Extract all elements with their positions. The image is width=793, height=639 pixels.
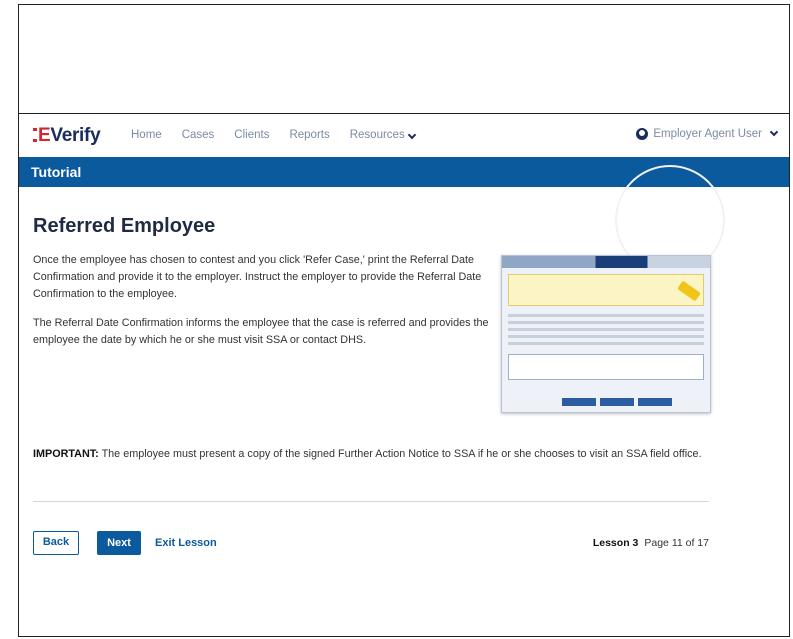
important-note: IMPORTANT: The employee must present a c… (33, 448, 702, 460)
logo-mark-icon (33, 128, 37, 142)
lesson-body: Once the employee has chosen to contest … (33, 252, 493, 349)
page-title: Referred Employee (33, 215, 216, 237)
next-button[interactable]: Next (97, 531, 141, 555)
screenshot-buttons (562, 398, 672, 406)
lesson-progress: Lesson 3 Page 11 of 17 (592, 537, 709, 549)
screenshot-text-lines (508, 314, 704, 349)
nav-clients[interactable]: Clients (234, 129, 269, 141)
paragraph-1: Once the employee has chosen to contest … (33, 254, 482, 300)
nav-links: Home Cases Clients Reports Resources (131, 129, 416, 141)
everify-logo[interactable]: EVerify (33, 125, 101, 147)
user-circle-icon (636, 128, 649, 140)
chevron-down-icon (407, 130, 416, 140)
back-button[interactable]: Back (33, 531, 79, 555)
paragraph-2: The Referral Date Confirmation informs t… (33, 317, 489, 346)
nav-resources[interactable]: Resources (350, 129, 416, 141)
divider (33, 501, 709, 502)
nav-reports[interactable]: Reports (289, 129, 329, 141)
everify-app: EVerify Home Cases Clients Reports Resou… (19, 115, 789, 636)
referral-confirmation-screenshot (501, 255, 711, 413)
nav-cases[interactable]: Cases (182, 129, 215, 141)
top-navigation: EVerify Home Cases Clients Reports Resou… (19, 115, 789, 155)
screenshot-alert-box (508, 274, 704, 306)
user-menu[interactable]: Employer Agent User (636, 127, 779, 140)
nav-home[interactable]: Home (131, 129, 162, 141)
user-name: Employer Agent User (653, 128, 762, 140)
exit-lesson-link[interactable]: Exit Lesson (155, 537, 217, 549)
chevron-down-icon (769, 127, 779, 137)
screenshot-steps (502, 256, 710, 268)
blank-header-area (18, 4, 790, 114)
screenshot-notice-box (508, 354, 704, 380)
